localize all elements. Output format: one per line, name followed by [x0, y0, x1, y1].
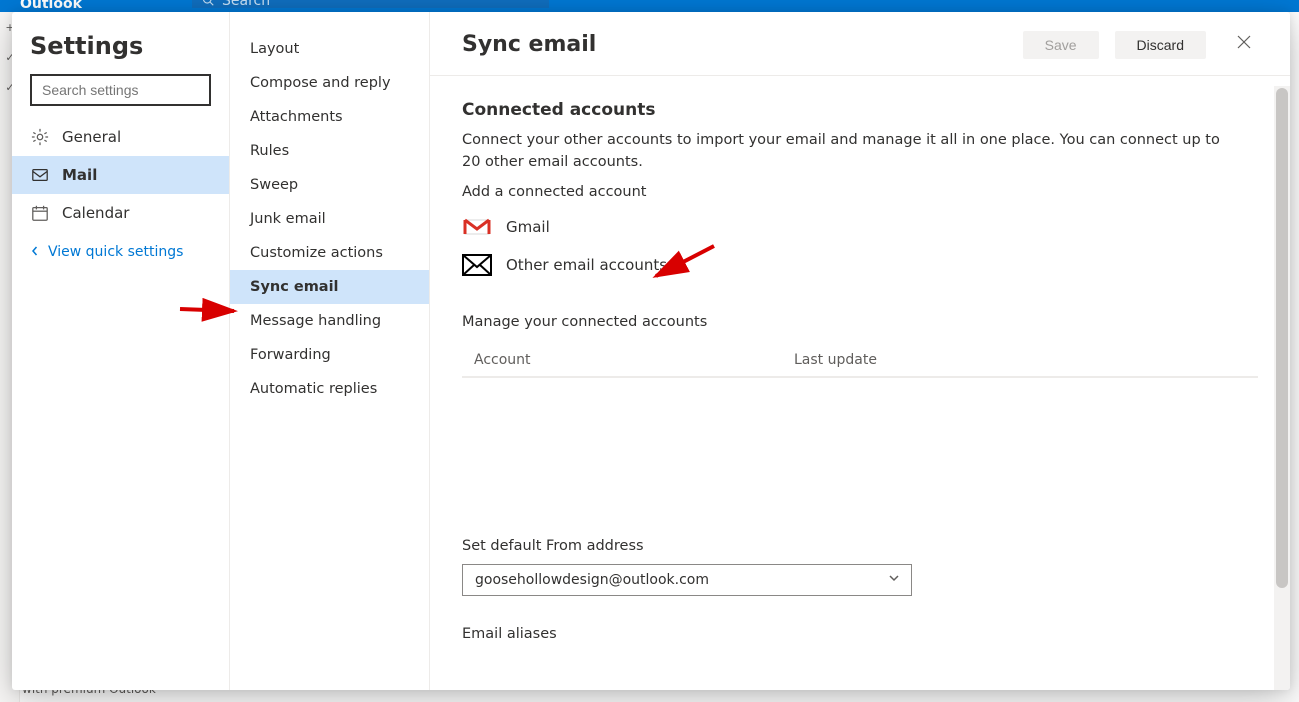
add-other-email-option[interactable]: Other email accounts — [462, 246, 1258, 284]
global-search-placeholder: Search — [222, 0, 270, 9]
detail-header: Sync email Save Discard — [430, 12, 1290, 76]
subnav-forwarding[interactable]: Forwarding — [230, 338, 429, 372]
connected-accounts-heading: Connected accounts — [462, 100, 1258, 120]
close-icon[interactable] — [1230, 30, 1258, 59]
subnav-automatic-replies[interactable]: Automatic replies — [230, 372, 429, 406]
subnav-sweep[interactable]: Sweep — [230, 168, 429, 202]
add-gmail-label: Gmail — [506, 218, 550, 236]
search-icon — [202, 0, 214, 9]
detail-body: Connected accounts Connect your other ac… — [430, 76, 1290, 690]
category-general[interactable]: General — [12, 118, 229, 156]
detail-title: Sync email — [462, 32, 1007, 57]
subnav-layout[interactable]: Layout — [230, 32, 429, 66]
settings-category-pane: Settings General Mail Calendar — [12, 12, 230, 690]
category-calendar[interactable]: Calendar — [12, 194, 229, 232]
settings-dialog: Settings General Mail Calendar — [12, 12, 1290, 690]
chevron-down-icon — [889, 573, 899, 586]
default-from-value: goosehollowdesign@outlook.com — [475, 572, 709, 588]
manage-connected-heading: Manage your connected accounts — [462, 314, 1258, 330]
envelope-icon — [462, 254, 492, 276]
search-settings-wrap[interactable] — [30, 74, 211, 106]
connected-accounts-desc: Connect your other accounts to import yo… — [462, 130, 1222, 174]
discard-button[interactable]: Discard — [1115, 31, 1206, 59]
save-button[interactable]: Save — [1023, 31, 1099, 59]
col-account-header: Account — [474, 352, 794, 368]
table-header-row: Account Last update — [462, 344, 1258, 377]
app-topbar: Outlook Search — [0, 0, 1299, 12]
view-quick-settings-link[interactable]: View quick settings — [12, 232, 229, 272]
settings-title: Settings — [12, 12, 229, 74]
view-quick-settings-label: View quick settings — [48, 244, 183, 260]
subnav-sync-email[interactable]: Sync email — [230, 270, 429, 304]
subnav-junk-email[interactable]: Junk email — [230, 202, 429, 236]
subnav-rules[interactable]: Rules — [230, 134, 429, 168]
add-gmail-option[interactable]: Gmail — [462, 208, 1258, 246]
subnav-attachments[interactable]: Attachments — [230, 100, 429, 134]
category-mail[interactable]: Mail — [12, 156, 229, 194]
gmail-icon — [462, 216, 492, 238]
email-aliases-label: Email aliases — [462, 626, 1258, 642]
mail-icon — [30, 166, 50, 184]
add-other-email-label: Other email accounts — [506, 256, 667, 274]
settings-subnav-pane: Layout Compose and reply Attachments Rul… — [230, 12, 430, 690]
search-settings-input[interactable] — [42, 82, 199, 98]
default-from-label: Set default From address — [462, 538, 1258, 554]
calendar-icon — [30, 204, 50, 222]
category-general-label: General — [62, 128, 121, 146]
chevron-left-icon — [30, 245, 40, 259]
subnav-customize-actions[interactable]: Customize actions — [230, 236, 429, 270]
scrollbar-thumb[interactable] — [1276, 88, 1288, 588]
connected-accounts-table: Account Last update — [462, 344, 1258, 378]
add-connected-label: Add a connected account — [462, 184, 1258, 200]
default-from-select[interactable]: goosehollowdesign@outlook.com — [462, 564, 912, 596]
gear-icon — [30, 128, 50, 146]
settings-detail-pane: Sync email Save Discard Connected accoun… — [430, 12, 1290, 690]
category-calendar-label: Calendar — [62, 204, 129, 222]
brand-label: Outlook — [20, 0, 82, 12]
subnav-compose-reply[interactable]: Compose and reply — [230, 66, 429, 100]
category-mail-label: Mail — [62, 166, 97, 184]
col-last-update-header: Last update — [794, 352, 1246, 368]
global-search[interactable]: Search — [192, 0, 549, 8]
subnav-message-handling[interactable]: Message handling — [230, 304, 429, 338]
